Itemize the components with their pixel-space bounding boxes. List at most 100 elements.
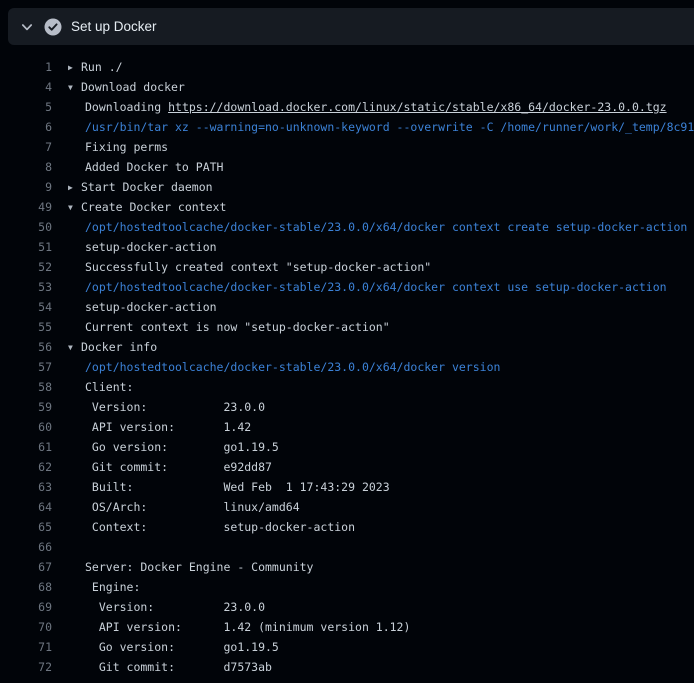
- log-line: 51 setup-docker-action: [0, 237, 694, 257]
- log-line-number[interactable]: 59: [0, 397, 52, 417]
- log-line-number[interactable]: 54: [0, 297, 52, 317]
- log-line: 1 ▶Run ./: [0, 57, 694, 77]
- log-line-number[interactable]: 5: [0, 97, 52, 117]
- log-line-content: setup-docker-action: [68, 297, 694, 317]
- log-line-content: /opt/hostedtoolcache/docker-stable/23.0.…: [68, 357, 694, 377]
- log-group-header[interactable]: ▼Create Docker context: [68, 197, 694, 217]
- log-line: 61 Go version: go1.19.5: [0, 437, 694, 457]
- log-line-number[interactable]: 67: [0, 557, 52, 577]
- log-line-number[interactable]: 1: [0, 57, 52, 77]
- log-line: 8 Added Docker to PATH: [0, 157, 694, 177]
- log-line: 56 ▼Docker info: [0, 337, 694, 357]
- log-line-number[interactable]: 6: [0, 117, 52, 137]
- log-line-content: Engine:: [68, 577, 694, 597]
- log-line: 70 API version: 1.42 (minimum version 1.…: [0, 617, 694, 637]
- log-line-content: API version: 1.42 (minimum version 1.12): [68, 617, 694, 637]
- log-line-number[interactable]: 61: [0, 437, 52, 457]
- log-line: 63 Built: Wed Feb 1 17:43:29 2023: [0, 477, 694, 497]
- log-line-content: Version: 23.0.0: [68, 597, 694, 617]
- log-line: 68 Engine:: [0, 577, 694, 597]
- log-line-content: Version: 23.0.0: [68, 397, 694, 417]
- log-line: 58 Client:: [0, 377, 694, 397]
- log-line-number[interactable]: 71: [0, 637, 52, 657]
- group-expanded-arrow-icon[interactable]: ▼: [68, 198, 81, 217]
- log-line: 4 ▼Download docker: [0, 77, 694, 97]
- log-line: 69 Version: 23.0.0: [0, 597, 694, 617]
- check-circle-icon: [44, 18, 62, 36]
- log-line-number[interactable]: 66: [0, 537, 52, 557]
- log-line-content: Go version: go1.19.5: [68, 437, 694, 457]
- group-collapsed-arrow-icon[interactable]: ▶: [68, 178, 81, 197]
- log-line-number[interactable]: 56: [0, 337, 52, 357]
- group-expanded-arrow-icon[interactable]: ▼: [68, 78, 81, 97]
- log-line-content: Fixing perms: [68, 137, 694, 157]
- log-line-number[interactable]: 51: [0, 237, 52, 257]
- log-group-header[interactable]: ▶Run ./: [68, 57, 694, 77]
- log-line-content: /opt/hostedtoolcache/docker-stable/23.0.…: [68, 277, 694, 297]
- log-line: 49 ▼Create Docker context: [0, 197, 694, 217]
- log-line-number[interactable]: 69: [0, 597, 52, 617]
- log-line: 57 /opt/hostedtoolcache/docker-stable/23…: [0, 357, 694, 377]
- log-lines: 1 ▶Run ./ 4 ▼Download docker 5 Downloadi…: [0, 45, 694, 683]
- log-line-number[interactable]: 64: [0, 497, 52, 517]
- log-line-number[interactable]: 60: [0, 417, 52, 437]
- log-line-number[interactable]: 52: [0, 257, 52, 277]
- log-line-content: Context: setup-docker-action: [68, 517, 694, 537]
- log-line: 66: [0, 537, 694, 557]
- log-line-number[interactable]: 7: [0, 137, 52, 157]
- log-line: 54 setup-docker-action: [0, 297, 694, 317]
- log-line-content: OS/Arch: linux/amd64: [68, 497, 694, 517]
- log-line-content: Added Docker to PATH: [68, 157, 694, 177]
- log-line-number[interactable]: 57: [0, 357, 52, 377]
- log-line-content: setup-docker-action: [68, 237, 694, 257]
- log-line-number[interactable]: 65: [0, 517, 52, 537]
- log-line-number[interactable]: 58: [0, 377, 52, 397]
- log-line-number[interactable]: 62: [0, 457, 52, 477]
- log-group-header[interactable]: ▶Start Docker daemon: [68, 177, 694, 197]
- log-line-content: /usr/bin/tar xz --warning=no-unknown-key…: [68, 117, 694, 137]
- group-expanded-arrow-icon[interactable]: ▼: [68, 338, 81, 357]
- log-line: 50 /opt/hostedtoolcache/docker-stable/23…: [0, 217, 694, 237]
- log-line-content: Git commit: e92dd87: [68, 457, 694, 477]
- log-line-number[interactable]: 55: [0, 317, 52, 337]
- log-line: 53 /opt/hostedtoolcache/docker-stable/23…: [0, 277, 694, 297]
- log-line-number[interactable]: 9: [0, 177, 52, 197]
- log-line-number[interactable]: 68: [0, 577, 52, 597]
- log-line: 62 Git commit: e92dd87: [0, 457, 694, 477]
- log-line-number[interactable]: 50: [0, 217, 52, 237]
- log-line: 60 API version: 1.42: [0, 417, 694, 437]
- log-line-number[interactable]: 63: [0, 477, 52, 497]
- log-line-content: Go version: go1.19.5: [68, 637, 694, 657]
- log-line-number[interactable]: 53: [0, 277, 52, 297]
- log-line: 52 Successfully created context "setup-d…: [0, 257, 694, 277]
- log-line-content: [68, 537, 694, 557]
- log-line-number[interactable]: 49: [0, 197, 52, 217]
- log-line: 7 Fixing perms: [0, 137, 694, 157]
- log-group-header[interactable]: ▼Download docker: [68, 77, 694, 97]
- log-line: 6 /usr/bin/tar xz --warning=no-unknown-k…: [0, 117, 694, 137]
- step-header[interactable]: Set up Docker: [8, 8, 694, 45]
- log-line-content: Git commit: d7573ab: [68, 657, 694, 677]
- log-line-content: Current context is now "setup-docker-act…: [68, 317, 694, 337]
- log-line-content: Client:: [68, 377, 694, 397]
- log-line-content: Server: Docker Engine - Community: [68, 557, 694, 577]
- log-line-number[interactable]: 72: [0, 657, 52, 677]
- log-line-number[interactable]: 4: [0, 77, 52, 97]
- log-line: 55 Current context is now "setup-docker-…: [0, 317, 694, 337]
- log-line: 65 Context: setup-docker-action: [0, 517, 694, 537]
- log-line: 9 ▶Start Docker daemon: [0, 177, 694, 197]
- log-line: 5 Downloading https://download.docker.co…: [0, 97, 694, 117]
- log-line-number[interactable]: 8: [0, 157, 52, 177]
- log-line-number[interactable]: 70: [0, 617, 52, 637]
- log-line: 59 Version: 23.0.0: [0, 397, 694, 417]
- log-line: 72 Git commit: d7573ab: [0, 657, 694, 677]
- log-line-content: Downloading https://download.docker.com/…: [68, 97, 694, 117]
- log-line-content: API version: 1.42: [68, 417, 694, 437]
- step-title: Set up Docker: [71, 8, 157, 45]
- log-line: 64 OS/Arch: linux/amd64: [0, 497, 694, 517]
- chevron-down-icon[interactable]: [20, 20, 34, 34]
- log-group-header[interactable]: ▼Docker info: [68, 337, 694, 357]
- log-download-link[interactable]: https://download.docker.com/linux/static…: [168, 100, 667, 114]
- log-line-content: Successfully created context "setup-dock…: [68, 257, 694, 277]
- group-collapsed-arrow-icon[interactable]: ▶: [68, 58, 81, 77]
